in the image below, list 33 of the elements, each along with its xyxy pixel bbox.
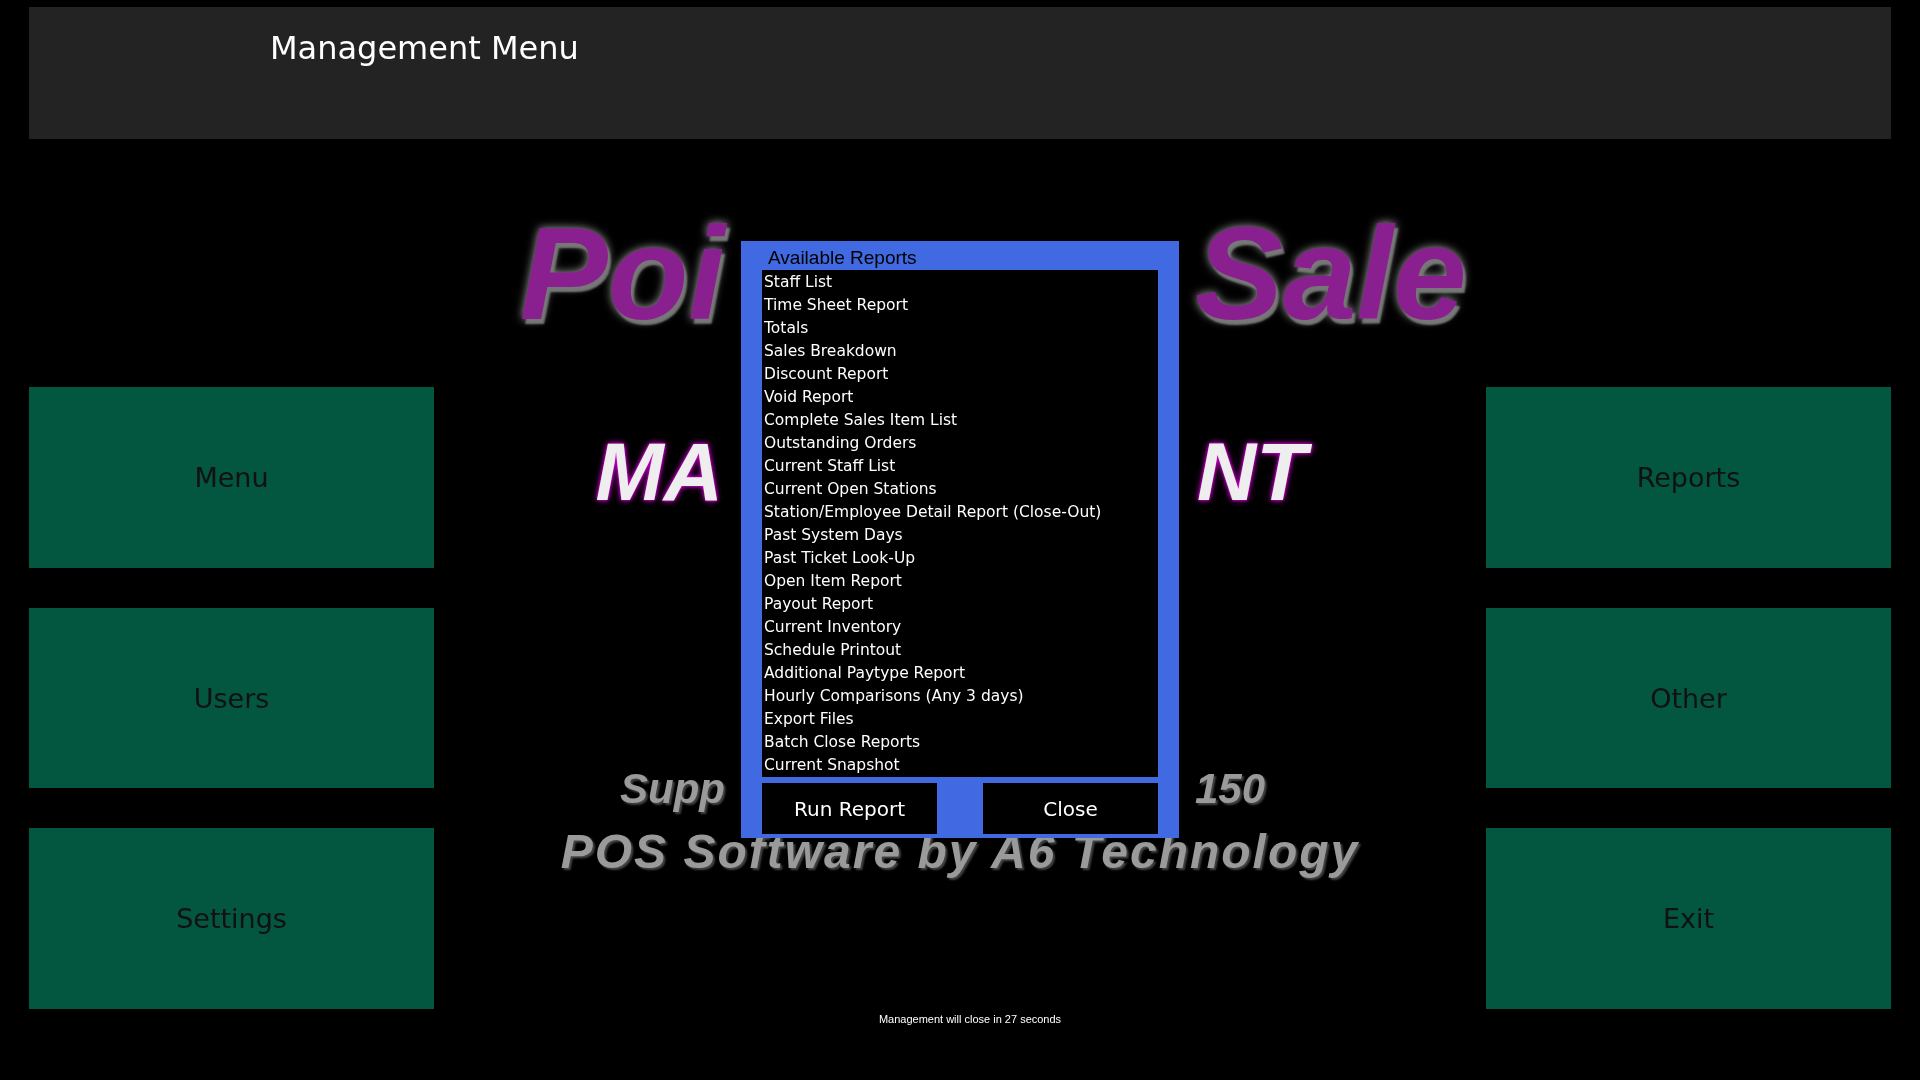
report-list-item[interactable]: Export Files — [764, 708, 1156, 731]
report-list-item[interactable]: Schedule Printout — [764, 639, 1156, 662]
report-list-item[interactable]: Current Open Stations — [764, 478, 1156, 501]
logo-text: NT — [1181, 421, 1323, 524]
report-list-item[interactable]: Sales Breakdown — [764, 340, 1156, 363]
report-list-item[interactable]: Open Item Report — [764, 570, 1156, 593]
report-list-item[interactable]: Void Report — [764, 386, 1156, 409]
report-list-item[interactable]: Totals — [764, 317, 1156, 340]
report-list-item[interactable]: Current Snapshot — [764, 754, 1156, 777]
report-list-item[interactable]: Current Inventory — [764, 616, 1156, 639]
logo-text: Supp — [619, 764, 726, 814]
report-list-item[interactable]: Time Sheet Report — [764, 294, 1156, 317]
report-list-item[interactable]: Outstanding Orders — [764, 432, 1156, 455]
report-list-item[interactable]: Additional Paytype Report — [764, 662, 1156, 685]
logo-text: Sale — [1194, 199, 1468, 349]
countdown-text: Management will close in 27 seconds — [878, 1013, 1062, 1025]
report-list-item[interactable]: Complete Sales Item List — [764, 409, 1156, 432]
report-list-item[interactable]: Staff List — [764, 271, 1156, 294]
dialog-button[interactable]: Run Report — [762, 783, 937, 834]
logo-text: 150 — [1194, 764, 1267, 814]
report-list-item[interactable]: Past System Days — [764, 524, 1156, 547]
report-list-item[interactable]: Past Ticket Look-Up — [764, 547, 1156, 570]
dialog-title: Available Reports — [767, 246, 918, 270]
logo-text: MA — [594, 425, 724, 519]
report-list-item[interactable]: Batch Close Reports — [764, 731, 1156, 754]
dialog-button[interactable]: Close — [983, 783, 1158, 834]
window-title: Management Menu — [270, 29, 579, 67]
report-list-item[interactable]: Hourly Comparisons (Any 3 days) — [764, 685, 1156, 708]
report-list-item[interactable]: Station/Employee Detail Report (Close-Out) — [764, 501, 1156, 524]
report-list-item[interactable]: Payout Report — [764, 593, 1156, 616]
report-list-item[interactable]: Current Staff List — [764, 455, 1156, 478]
logo-text: Poi — [518, 199, 728, 349]
report-list-item[interactable]: Discount Report — [764, 363, 1156, 386]
